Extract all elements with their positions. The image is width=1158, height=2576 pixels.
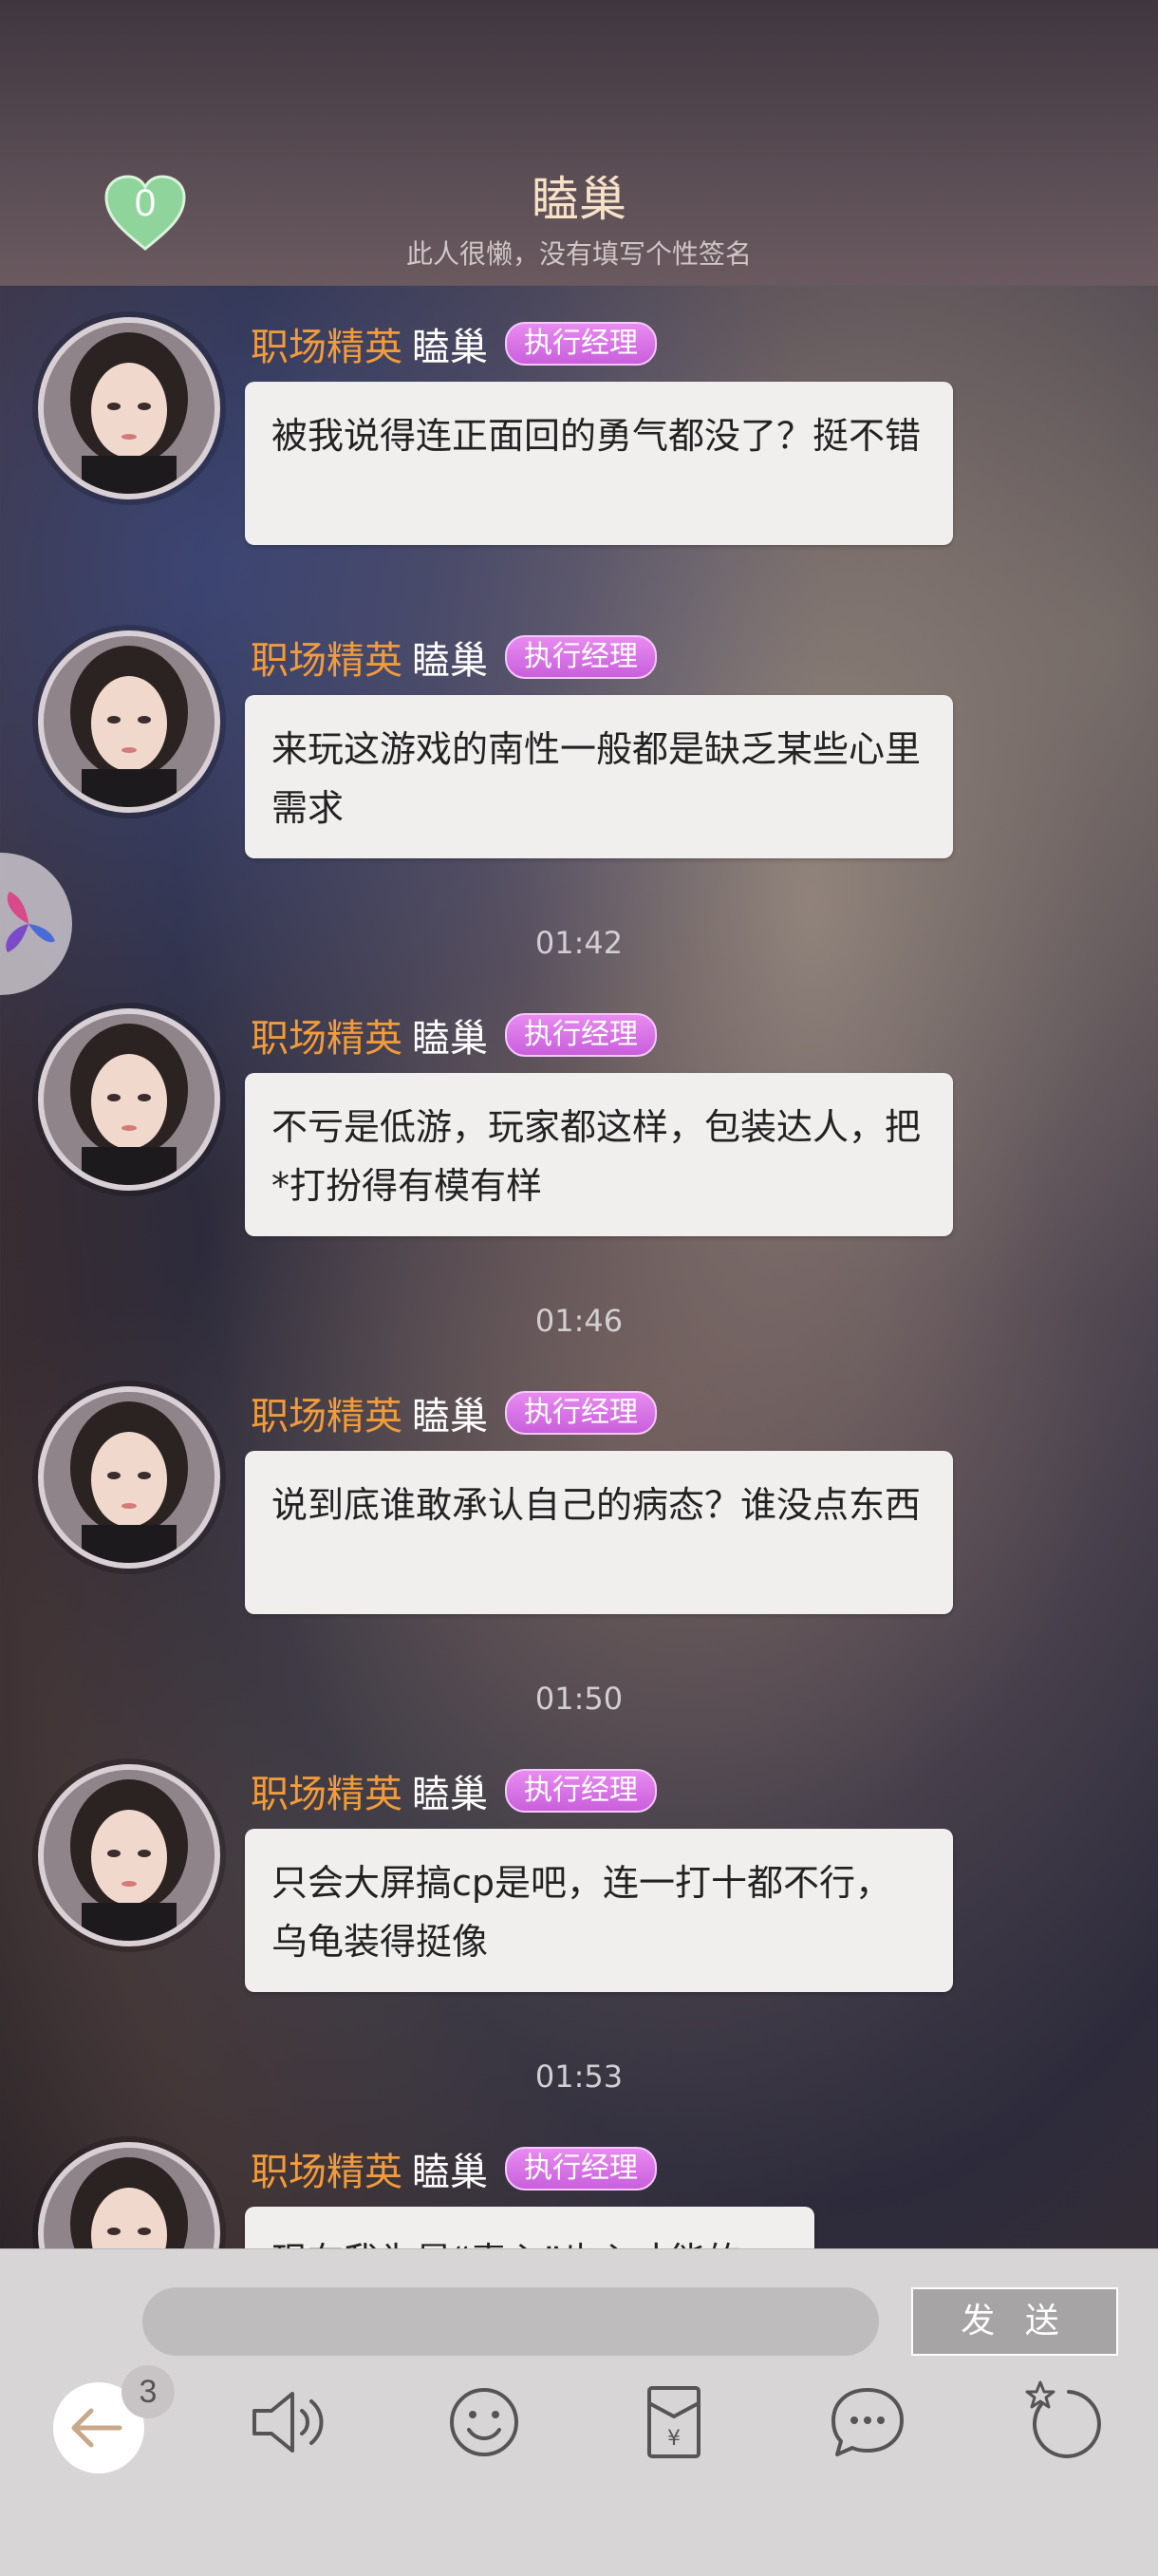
message-bubble[interactable]: 被我说得连正面回的勇气都没了？挺不错 [245, 382, 953, 545]
timestamp: 01:42 [534, 925, 624, 961]
message-meta: 职场精英 瞌巢 执行经理 [251, 316, 657, 371]
sender-role: 职场精英 [251, 2151, 402, 2194]
message-meta: 职场精英 瞌巢 执行经理 [251, 2141, 657, 2196]
avatar-portrait-icon [44, 636, 215, 807]
red-packet-icon: ¥ [647, 2386, 700, 2458]
message-item: 职场精英 瞌巢 执行经理 不亏是低游，玩家都这样，包装达人，把*打扮得有模有样 [0, 1001, 1158, 1314]
message-bubble[interactable]: 说到底谁敢承认自己的病态？谁没点东西 [245, 1451, 953, 1614]
red-packet-button[interactable]: ¥ [626, 2375, 721, 2470]
title-badge: 执行经理 [505, 1391, 657, 1435]
favorite-button[interactable] [1014, 2375, 1109, 2470]
avatar[interactable] [38, 1764, 220, 1946]
pinwheel-icon [6, 892, 55, 952]
message-bubble[interactable]: 只会大屏搞cp是吧，连一打十都不行，乌龟装得挺像 [245, 1829, 953, 1992]
avatar[interactable] [38, 1008, 220, 1191]
sender-role: 职场精英 [251, 1395, 402, 1438]
bottom-panel: 发 送 3 ¥ [0, 2248, 1158, 2576]
sender-role: 职场精英 [251, 1773, 402, 1816]
sender-name[interactable]: 瞌巢 [412, 630, 488, 685]
message-meta: 职场精英 瞌巢 执行经理 [251, 1763, 657, 1818]
avatar-portrait-icon [44, 1770, 215, 1941]
message-bubble[interactable]: 来玩这游戏的南性一般都是缺乏某些心里需求 [245, 695, 953, 858]
sender-name[interactable]: 瞌巢 [412, 1385, 488, 1440]
sender-role: 职场精英 [251, 1017, 402, 1061]
emoji-button[interactable] [437, 2375, 532, 2470]
message-meta: 职场精英 瞌巢 执行经理 [251, 630, 657, 685]
avatar[interactable] [38, 317, 220, 499]
message-meta: 职场精英 瞌巢 执行经理 [251, 1388, 657, 1438]
send-button[interactable]: 发 送 [911, 2287, 1118, 2356]
message-item: 职场精英 瞌巢 执行经理 只会大屏搞cp是吧，连一打十都不行，乌龟装得挺像 [0, 1757, 1158, 2070]
avatar-portrait-icon [44, 1014, 215, 1185]
sender-role: 职场精英 [251, 639, 402, 683]
timestamp: 01:50 [534, 1681, 624, 1717]
message-item: 职场精英 瞌巢 执行经理 来玩这游戏的南性一般都是缺乏某些心里需求 [0, 623, 1158, 936]
title-badge: 执行经理 [505, 635, 657, 679]
title-badge: 执行经理 [505, 1769, 657, 1813]
emoji-icon [450, 2388, 518, 2456]
title-badge: 执行经理 [505, 2147, 657, 2191]
svg-text:¥: ¥ [667, 2427, 681, 2451]
star-circle-icon [1025, 2380, 1101, 2458]
message-item: 职场精英 瞌巢 执行经理 说到底谁敢承认自己的病态？谁没点东西 [0, 1379, 1158, 1692]
message-meta: 职场精英 瞌巢 执行经理 [251, 1007, 657, 1062]
voice-button[interactable] [241, 2375, 336, 2470]
message-input[interactable] [142, 2287, 879, 2356]
speaker-icon [252, 2392, 324, 2453]
signature-text: 此人很懒，没有填写个性签名 [405, 238, 752, 270]
chat-header: 0 瞌巢 此人很懒，没有填写个性签名 [0, 0, 1158, 286]
title-badge: 执行经理 [505, 322, 657, 366]
avatar-portrait-icon [44, 1392, 215, 1563]
chat-button[interactable] [820, 2375, 915, 2470]
sender-name[interactable]: 瞌巢 [412, 1007, 488, 1062]
avatar[interactable] [38, 1386, 220, 1569]
timestamp: 01:53 [534, 2059, 624, 2095]
message-bubble[interactable]: 不亏是低游，玩家都这样，包装达人，把*打扮得有模有样 [245, 1073, 953, 1236]
message-item: 职场精英 瞌巢 执行经理 被我说得连正面回的勇气都没了？挺不错 [0, 310, 1158, 623]
unread-count-badge: 3 [121, 2365, 175, 2418]
sender-name[interactable]: 瞌巢 [412, 1763, 488, 1818]
chat-bubble-icon [831, 2388, 904, 2456]
sender-name[interactable]: 瞌巢 [412, 316, 488, 371]
sender-role: 职场精英 [251, 326, 402, 369]
avatar[interactable] [38, 630, 220, 813]
sender-name[interactable]: 瞌巢 [412, 2141, 488, 2196]
title-badge: 执行经理 [505, 1013, 657, 1057]
page-title: 瞌巢 [532, 172, 626, 227]
timestamp: 01:46 [534, 1303, 624, 1339]
avatar-portrait-icon [44, 323, 215, 494]
